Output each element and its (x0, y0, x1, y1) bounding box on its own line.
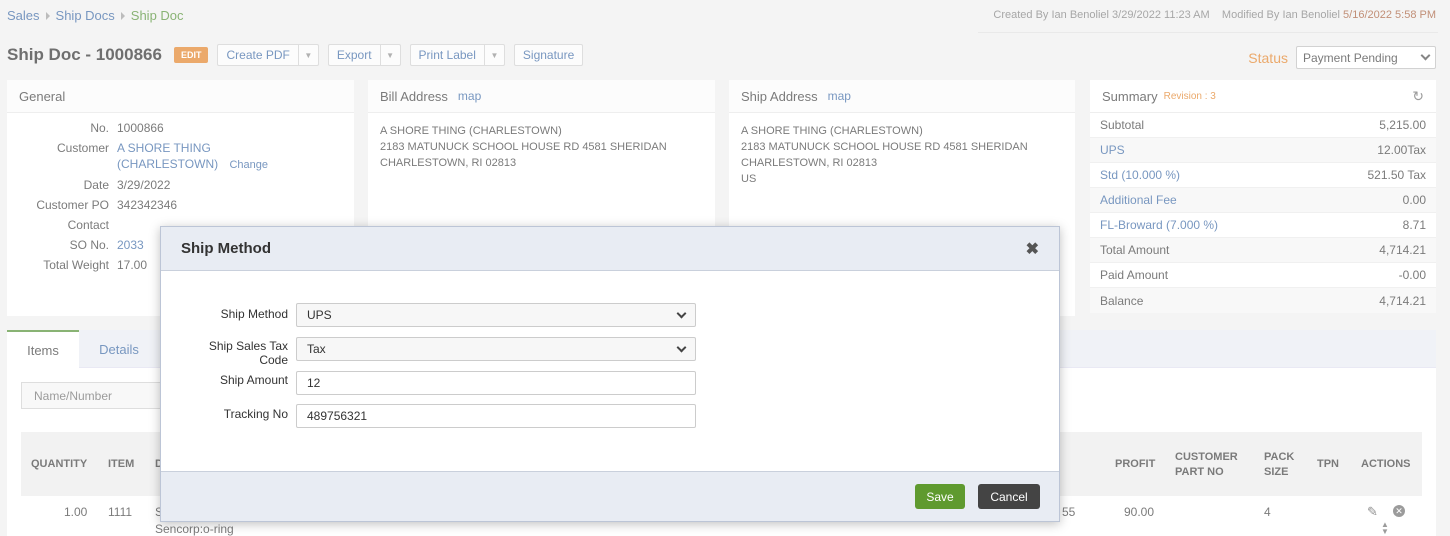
tracking-input[interactable]: 489756321 (296, 404, 696, 428)
tracking-row: Tracking No 489756321 (191, 404, 851, 428)
tax-code-row: Ship Sales Tax Code Tax (191, 337, 851, 367)
modal-title: Ship Method (181, 240, 271, 257)
ship-amount-input[interactable]: 12 (296, 371, 696, 395)
ship-method-modal: Ship Method ✖ Ship Method UPS Ship Sales… (160, 226, 1060, 522)
tax-code-value: Tax (307, 342, 326, 356)
ship-method-row: Ship Method UPS (191, 303, 851, 327)
ship-method-value: UPS (307, 308, 332, 322)
save-button[interactable]: Save (915, 484, 965, 509)
chevron-down-icon (676, 342, 687, 352)
close-icon[interactable]: ✖ (1026, 239, 1039, 259)
modal-body: Ship Method UPS Ship Sales Tax Code Tax … (161, 271, 1059, 471)
cancel-button[interactable]: Cancel (978, 484, 1040, 509)
ship-amount-label: Ship Amount (219, 373, 288, 387)
ship-method-select[interactable]: UPS (296, 303, 696, 327)
tax-code-label: Ship Sales Tax Code (208, 339, 288, 367)
tax-code-select[interactable]: Tax (296, 337, 696, 361)
modal-header: Ship Method ✖ (161, 227, 1059, 271)
tracking-label: Tracking No (223, 407, 288, 421)
ship-method-label: Ship Method (220, 307, 288, 321)
modal-footer: Save Cancel (161, 471, 1059, 521)
chevron-down-icon (676, 308, 687, 318)
ship-amount-row: Ship Amount 12 (191, 371, 851, 395)
